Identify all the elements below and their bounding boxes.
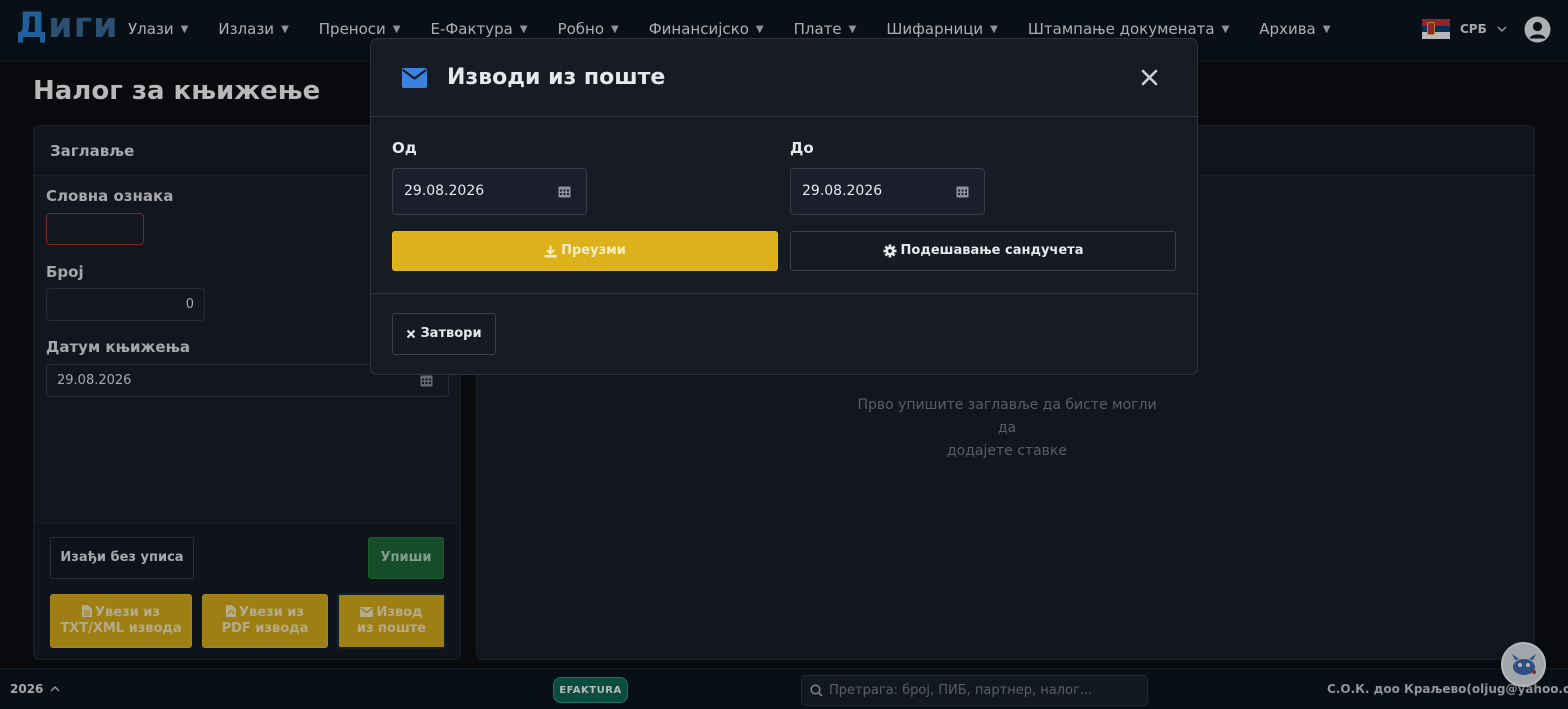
date-from-input[interactable]: 29.08.2026 xyxy=(392,168,587,215)
modal-footer: Затвори xyxy=(371,293,1197,374)
modal-header: Изводи из поште xyxy=(371,39,1197,117)
envelope-icon xyxy=(402,68,427,88)
date-from-value: 29.08.2026 xyxy=(404,183,485,199)
date-from-label: Од xyxy=(392,139,417,157)
mailbox-settings-label: Подешавање сандучета xyxy=(900,243,1084,258)
mailbox-settings-button[interactable]: Подешавање сандучета xyxy=(790,231,1176,271)
close-button-label: Затвори xyxy=(420,326,482,341)
modal-title: Изводи из поште xyxy=(447,65,666,90)
close-icon xyxy=(407,329,416,339)
close-modal-button[interactable]: Затвори xyxy=(392,313,496,355)
calendar-icon[interactable] xyxy=(558,185,571,198)
mail-statements-modal: Изводи из поште Од 29.08.2026 До 29.08.2… xyxy=(370,38,1198,375)
calendar-icon[interactable] xyxy=(956,185,969,198)
download-button[interactable]: Преузми xyxy=(392,231,778,271)
close-icon[interactable] xyxy=(1140,68,1159,87)
download-button-label: Преузми xyxy=(561,243,626,258)
download-icon xyxy=(544,245,557,257)
date-to-label: До xyxy=(790,139,814,157)
date-to-value: 29.08.2026 xyxy=(802,183,883,199)
date-to-input[interactable]: 29.08.2026 xyxy=(790,168,985,215)
gear-icon xyxy=(883,244,897,258)
